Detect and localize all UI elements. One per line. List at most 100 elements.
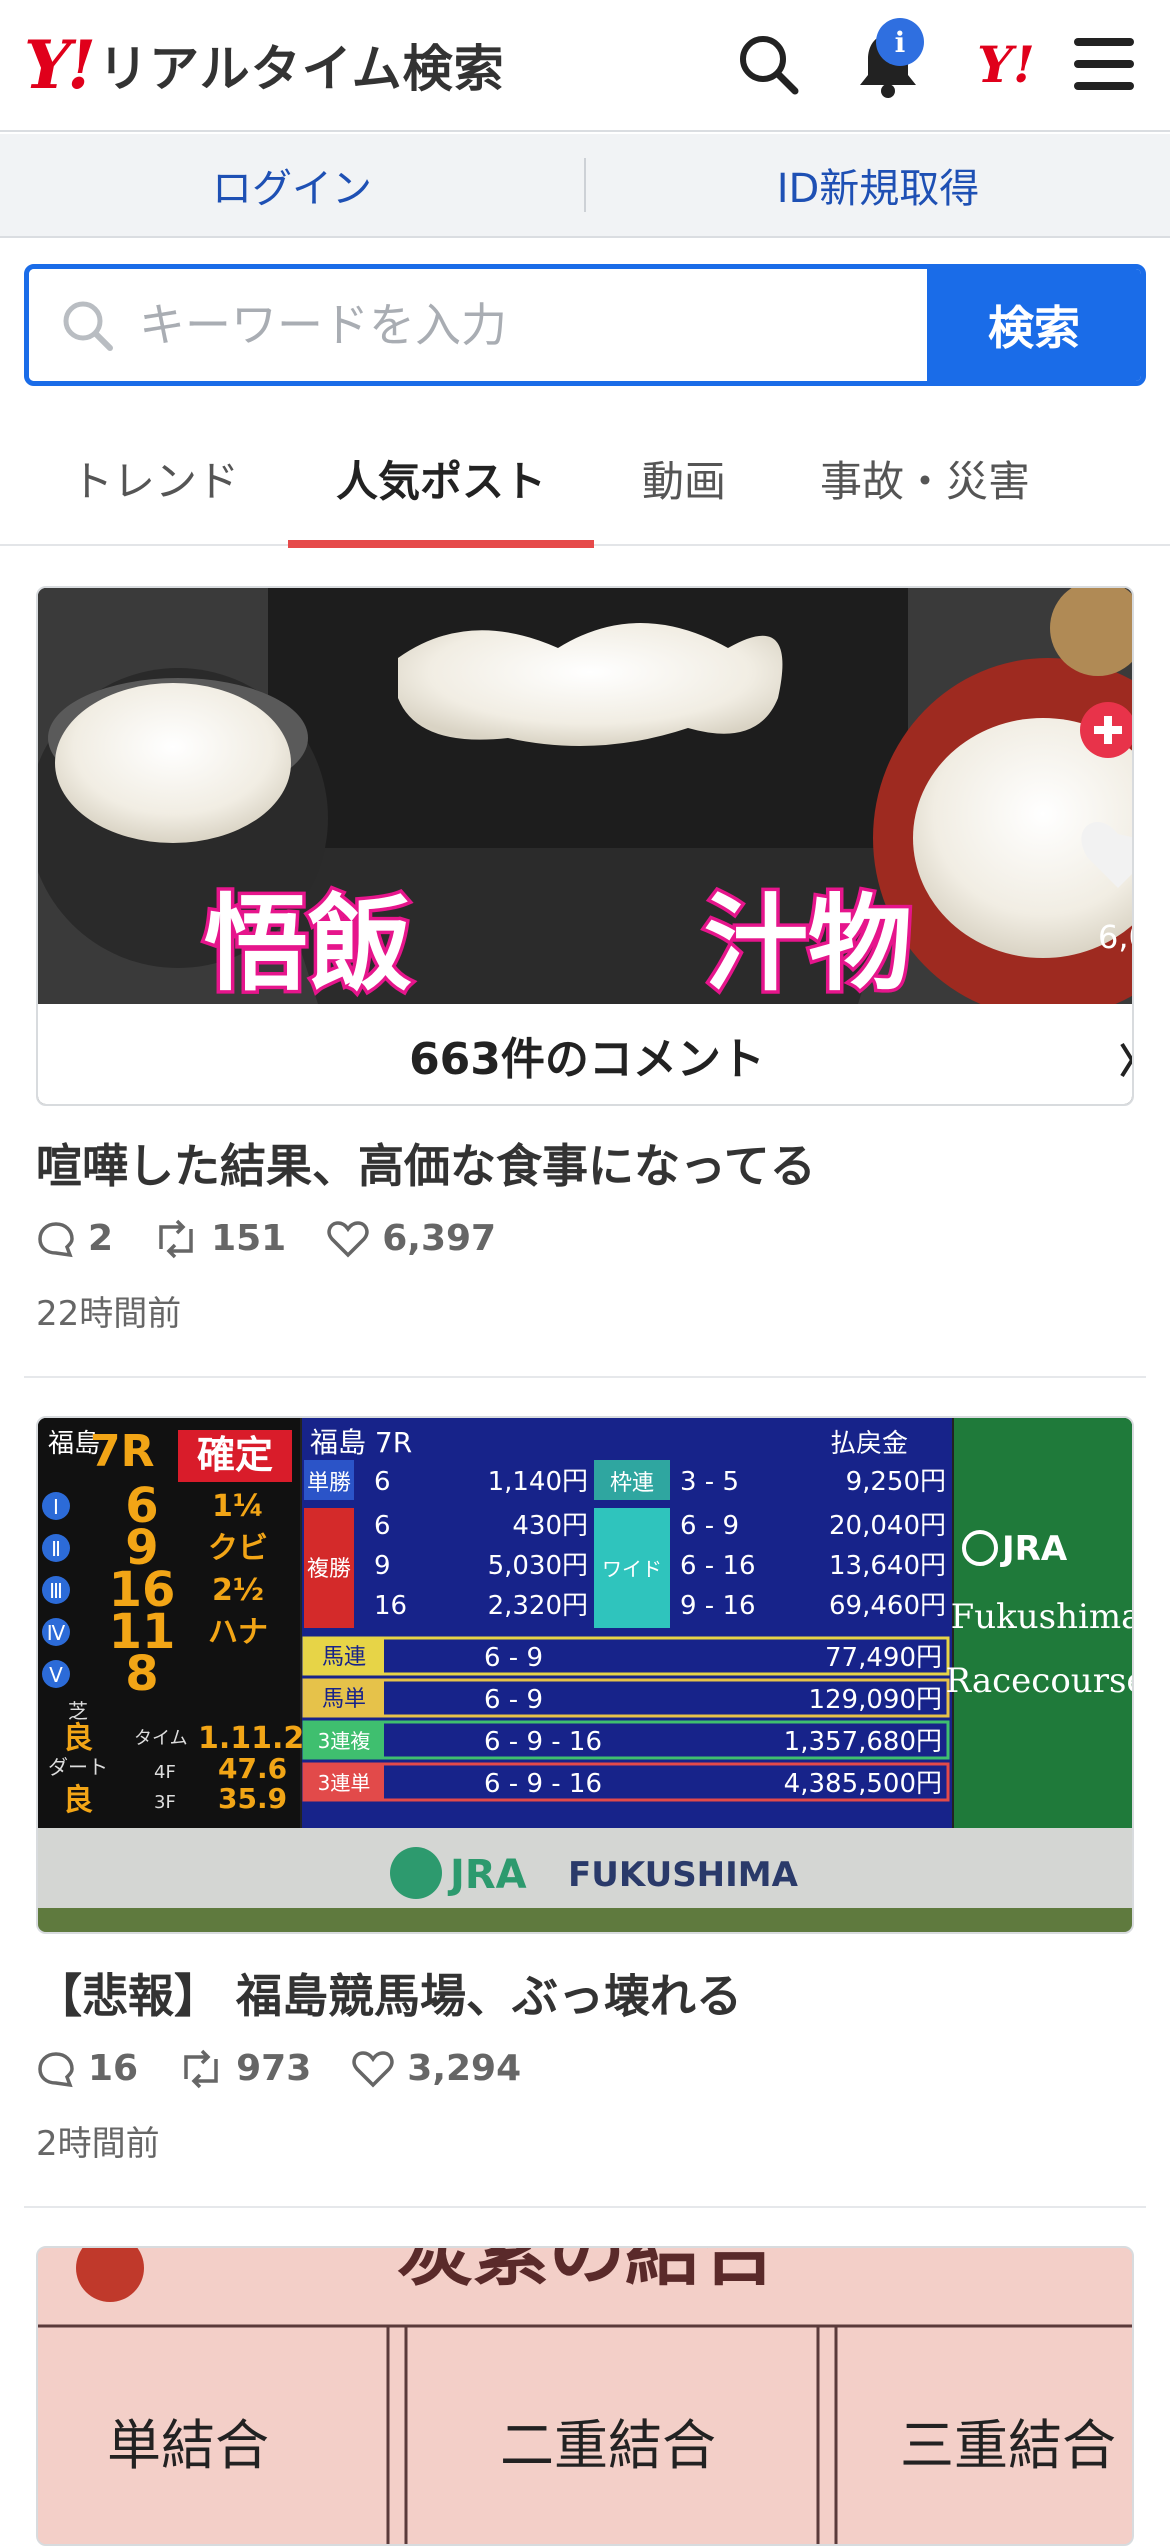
post-image[interactable]: 6,04 悟飯 汁物 663件のコメント — [36, 586, 1134, 1106]
rank-4: Ⅳ — [47, 1621, 66, 1645]
board-race: 7R — [90, 1426, 155, 1477]
yahoo-realtime-logo[interactable]: Y! リアルタイム検索 — [24, 30, 505, 100]
video-like-count: 6,04 — [1098, 918, 1134, 956]
wide-1-combo: 6 - 9 — [680, 1511, 739, 1541]
cell-triple-bond: 三重結合 — [900, 2414, 1116, 2477]
like-count[interactable]: 6,397 — [326, 1218, 496, 1259]
yahoo-logo-icon[interactable]: Y! — [966, 24, 1046, 104]
search-box: 検索 — [24, 264, 1146, 386]
rank-5-number: 8 — [125, 1646, 158, 1702]
tab-trend[interactable]: トレンド — [40, 410, 270, 546]
jra-sign-logo: JRA — [447, 1852, 527, 1898]
login-link[interactable]: ログイン — [0, 156, 584, 214]
board-status: 確定 — [197, 1433, 273, 1477]
tansho-label: 単勝 — [307, 1471, 351, 1496]
wakuren-amount: 9,250円 — [846, 1467, 946, 1497]
f3-time: 35.9 — [218, 1782, 287, 1815]
bell-icon[interactable]: i — [848, 18, 928, 104]
rank-3: Ⅲ — [49, 1579, 63, 1603]
yahoo-logo-mark: Y! — [24, 26, 96, 104]
post-stats: 16 973 3,294 — [36, 2048, 561, 2089]
fukushima-sign: FUKUSHIMA — [568, 1855, 799, 1895]
caption-right: 汁物 — [704, 883, 912, 1005]
wide-3-combo: 9 - 16 — [680, 1591, 756, 1621]
fukusho-3-amount: 2,320円 — [488, 1591, 588, 1621]
fukusho-3-number: 16 — [374, 1591, 407, 1621]
rank-1-margin: 1¼ — [212, 1489, 264, 1524]
tansho-amount: 1,140円 — [488, 1467, 588, 1497]
post-title[interactable]: 喧嘩した結果、高価な食事になってる — [36, 1130, 816, 1196]
cell-single-bond: 単結合 — [107, 2414, 269, 2477]
fukusho-2-amount: 5,030円 — [488, 1551, 588, 1581]
dirt-label: ダート — [48, 1755, 108, 1779]
jra-panel-logo: JRA — [1000, 1529, 1068, 1569]
tab-accident-disaster[interactable]: 事故・災害 — [790, 410, 1060, 546]
repost-count[interactable]: 973 — [178, 2048, 311, 2089]
heart-icon — [352, 2050, 394, 2087]
umaren-combo: 6 - 9 — [484, 1643, 543, 1673]
post-title[interactable]: 【悲報】 福島競馬場、ぶっ壊れる — [36, 1960, 742, 2026]
turf-condition: 良 — [63, 1721, 93, 1756]
umatan-amount: 129,090円 — [808, 1685, 942, 1715]
post-time: 2時間前 — [36, 2124, 160, 2164]
repost-count[interactable]: 151 — [153, 1218, 286, 1259]
post-stats: 2 151 6,397 — [36, 1218, 536, 1259]
payout-header: 払戻金 — [830, 1429, 908, 1459]
wide-2-amount: 13,640円 — [829, 1551, 946, 1581]
reply-count-value: 2 — [88, 1218, 114, 1259]
search-icon[interactable] — [728, 24, 808, 104]
payout-title: 福島 7R — [310, 1426, 412, 1459]
caption-left: 悟飯 — [204, 883, 412, 1005]
tab-bar: トレンド 人気ポスト 動画 事故・災害 — [0, 410, 1170, 548]
fukusho-2-number: 9 — [374, 1551, 391, 1581]
search-field-wrap — [29, 269, 927, 381]
racecourse-board-photo: 福島 7R 確定 Ⅰ 6 1¼ Ⅱ 9 クビ Ⅲ 16 2½ Ⅳ 11 ハナ Ⅴ… — [38, 1418, 1134, 1932]
race-time: 1.11.2 — [198, 1721, 304, 1756]
sanrentan-label: 3連単 — [318, 1771, 371, 1795]
reply-icon — [38, 1221, 74, 1257]
cell-double-bond: 二重結合 — [500, 2414, 716, 2477]
dirt-condition: 良 — [63, 1783, 93, 1818]
post-time: 22時間前 — [36, 1294, 182, 1334]
reply-icon — [38, 2051, 74, 2087]
reply-count[interactable]: 2 — [36, 1218, 113, 1259]
wide-2-combo: 6 - 16 — [680, 1551, 756, 1581]
tansho-number: 6 — [374, 1467, 391, 1497]
search-input[interactable] — [137, 297, 837, 353]
umatan-label: 馬単 — [322, 1687, 366, 1712]
f3-label: 3F — [154, 1792, 176, 1813]
turf-label: 芝 — [68, 1699, 88, 1723]
menu-icon[interactable] — [1064, 24, 1144, 104]
time-label: タイム — [134, 1728, 188, 1749]
f4-time: 47.6 — [218, 1752, 287, 1785]
carbon-bond-photo: 炭素の結合 単結合 二重結合 三重結合 — [38, 2248, 1132, 2544]
post-divider — [24, 2206, 1146, 2208]
reply-count[interactable]: 16 — [36, 2048, 138, 2089]
rank-4-margin: ハナ — [208, 1615, 268, 1650]
post-image[interactable]: 福島 7R 確定 Ⅰ 6 1¼ Ⅱ 9 クビ Ⅲ 16 2½ Ⅳ 11 ハナ Ⅴ… — [36, 1416, 1134, 1934]
sanrenpuku-amount: 1,357,680円 — [784, 1727, 942, 1757]
rank-3-margin: 2½ — [212, 1573, 264, 1608]
search-button[interactable]: 検索 — [927, 269, 1141, 381]
f4-label: 4F — [154, 1762, 176, 1783]
wide-label: ワイド — [602, 1557, 662, 1581]
logo-title: リアルタイム検索 — [98, 40, 505, 98]
like-count-value: 6,397 — [382, 1218, 497, 1259]
repost-count-value: 151 — [211, 1218, 287, 1259]
food-photo: 6,04 悟飯 汁物 663件のコメント — [38, 588, 1134, 1104]
umatan-combo: 6 - 9 — [484, 1685, 543, 1715]
sanrentan-amount: 4,385,500円 — [784, 1769, 942, 1799]
like-count[interactable]: 3,294 — [351, 2048, 521, 2089]
fukusho-1-amount: 430円 — [512, 1511, 588, 1541]
tab-video[interactable]: 動画 — [604, 410, 764, 546]
sanrentan-combo: 6 - 9 - 16 — [484, 1769, 602, 1799]
sanrenpuku-label: 3連複 — [318, 1729, 371, 1753]
post-image[interactable]: 炭素の結合 単結合 二重結合 三重結合 — [36, 2246, 1134, 2546]
panel-line-1: Fukushima — [951, 1597, 1134, 1637]
rank-2-margin: クビ — [208, 1531, 268, 1566]
post-divider — [24, 1376, 1146, 1378]
rank-5: Ⅴ — [49, 1663, 63, 1687]
comment-bar-text: 663件のコメント — [409, 1034, 765, 1085]
register-link[interactable]: ID新規取得 — [586, 156, 1170, 214]
tab-popular-posts[interactable]: 人気ポスト — [288, 410, 594, 548]
